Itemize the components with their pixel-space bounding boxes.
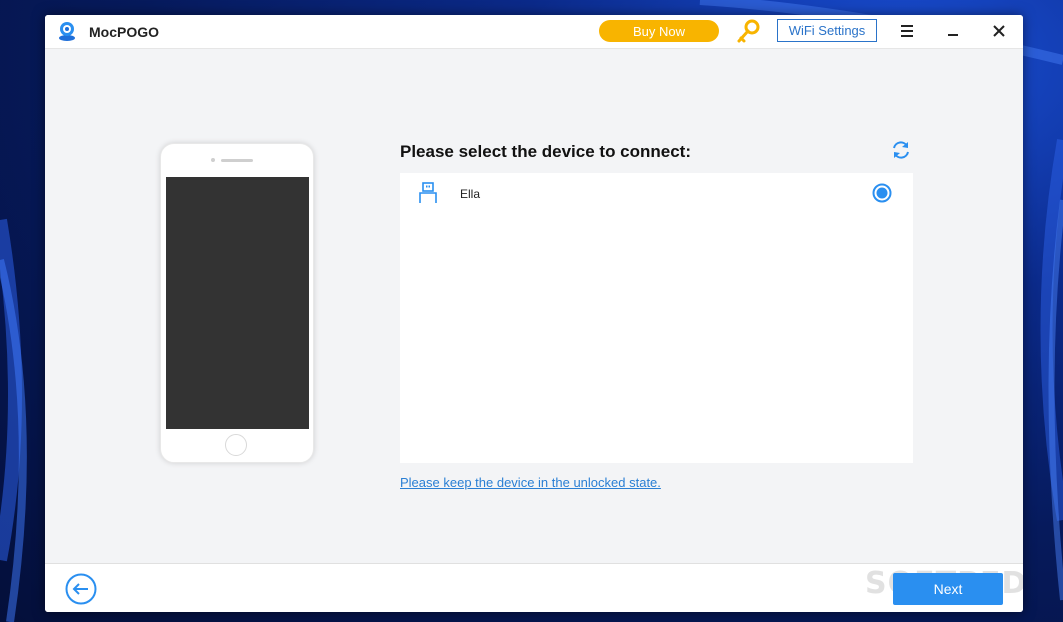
key-icon[interactable]	[735, 19, 761, 45]
phone-speaker	[221, 159, 253, 162]
footer-bar: SOFTPEDIA Next	[45, 563, 1023, 612]
device-list: Ella	[400, 173, 913, 463]
unlock-hint-link[interactable]: Please keep the device in the unlocked s…	[400, 475, 661, 490]
phone-camera	[211, 158, 215, 162]
radio-selected-icon[interactable]	[872, 183, 892, 203]
list-item-device[interactable]: Ella	[400, 173, 913, 213]
wifi-settings-button[interactable]: WiFi Settings	[777, 19, 877, 42]
app-logo-icon	[59, 22, 75, 41]
app-window: MocPOGO Buy Now WiFi Settings Please sel…	[45, 15, 1023, 612]
next-button[interactable]: Next	[893, 573, 1003, 605]
buy-now-button[interactable]: Buy Now	[599, 20, 719, 42]
refresh-icon[interactable]	[890, 139, 912, 161]
app-title: MocPOGO	[89, 24, 160, 40]
device-name: Ella	[460, 187, 481, 201]
title-bar: MocPOGO Buy Now WiFi Settings	[45, 15, 1023, 49]
phone-illustration	[160, 143, 314, 463]
phone-home-button	[225, 434, 247, 456]
phone-screen	[166, 177, 309, 429]
minimize-icon[interactable]	[943, 21, 963, 41]
page-title: Please select the device to connect:	[400, 142, 692, 161]
close-icon[interactable]	[989, 21, 1009, 41]
usb-icon	[419, 182, 437, 203]
menu-icon[interactable]	[897, 21, 917, 41]
back-arrow-icon[interactable]	[65, 573, 97, 605]
